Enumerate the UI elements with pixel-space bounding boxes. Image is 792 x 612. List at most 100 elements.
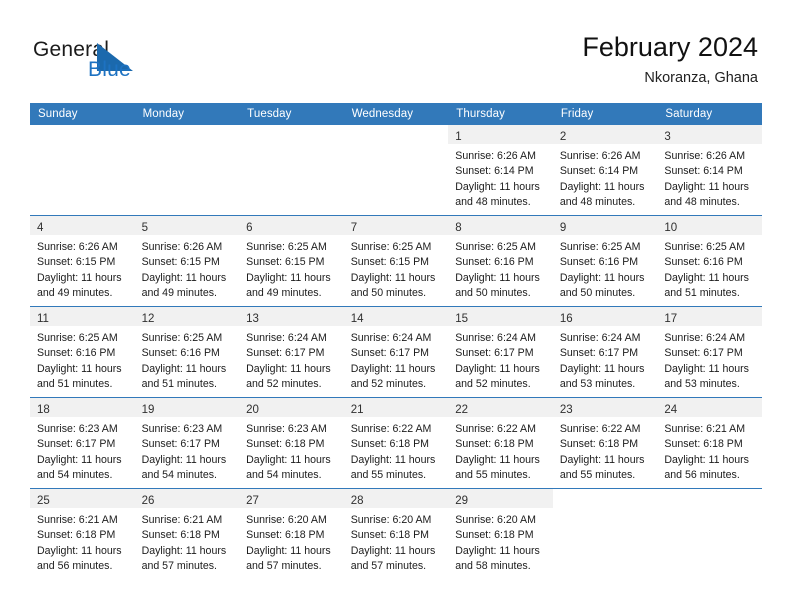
day-number-band: 6 xyxy=(239,216,344,235)
day-number-band: 29 xyxy=(448,489,553,508)
calendar-day-cell[interactable]: 10 Sunrise: 6:25 AM Sunset: 6:16 PM Dayligh… xyxy=(657,215,762,307)
day-number: 14 xyxy=(350,313,364,325)
calendar-day-cell[interactable]: 23 Sunrise: 6:22 AM Sunset: 6:18 PM Dayligh… xyxy=(552,397,658,489)
day-detail-lines: Sunrise: 6:26 AM Sunset: 6:14 PM Daylight:… xyxy=(448,144,553,210)
day-detail-lines: Sunrise: 6:24 AM Sunset: 6:17 PM Daylight:… xyxy=(344,326,449,392)
sunset-text: Sunset: 6:18 PM xyxy=(455,529,534,542)
brand-logo[interactable]: General Blue xyxy=(33,38,163,86)
day-number-band: 20 xyxy=(239,398,344,417)
calendar-day-cell[interactable]: 2 Sunrise: 6:26 AM Sunset: 6:14 PM Daylight… xyxy=(552,125,658,216)
calendar-day-cell[interactable]: 20 Sunrise: 6:23 AM Sunset: 6:18 PM Dayligh… xyxy=(239,397,344,489)
calendar-day-cell[interactable]: 6 Sunrise: 6:25 AM Sunset: 6:15 PM Daylight… xyxy=(239,215,344,307)
calendar-day-cell[interactable]: 26 Sunrise: 6:21 AM Sunset: 6:18 PM Dayligh… xyxy=(134,488,240,579)
day-number: 28 xyxy=(350,495,364,507)
calendar-day-cell[interactable]: 24 Sunrise: 6:21 AM Sunset: 6:18 PM Dayligh… xyxy=(657,397,762,489)
day-cell-content: 29 Sunrise: 6:20 AM Sunset: 6:18 PM Dayligh… xyxy=(448,489,553,579)
calendar-day-cell[interactable]: 15 Sunrise: 6:24 AM Sunset: 6:17 PM Dayligh… xyxy=(448,306,553,398)
calendar-day-cell[interactable]: 25 Sunrise: 6:21 AM Sunset: 6:18 PM Dayligh… xyxy=(30,488,135,579)
day-number: 24 xyxy=(664,404,678,416)
day-number: 7 xyxy=(350,222,358,234)
day-number-band: 23 xyxy=(552,398,658,417)
calendar-day-cell[interactable]: 7 Sunrise: 6:25 AM Sunset: 6:15 PM Daylight… xyxy=(343,215,449,307)
day-number-band: 17 xyxy=(657,307,762,326)
sunset-text: Sunset: 6:18 PM xyxy=(350,529,430,542)
calendar-day-cell[interactable]: 13 Sunrise: 6:24 AM Sunset: 6:17 PM Dayligh… xyxy=(239,306,344,398)
daylight-text-line1: Daylight: 11 hours xyxy=(246,362,331,375)
day-number: 2 xyxy=(559,131,567,143)
day-detail-lines: Sunrise: 6:23 AM Sunset: 6:17 PM Daylight:… xyxy=(135,417,240,483)
sunset-text: Sunset: 6:18 PM xyxy=(455,438,534,451)
day-number: 11 xyxy=(37,313,49,325)
day-number: 8 xyxy=(455,222,462,234)
day-number-band xyxy=(135,125,240,144)
day-cell-content: 6 Sunrise: 6:25 AM Sunset: 6:15 PM Daylight… xyxy=(239,216,344,306)
calendar-day-cell[interactable]: 8 Sunrise: 6:25 AM Sunset: 6:16 PM Daylight… xyxy=(448,215,553,307)
day-number-band: 28 xyxy=(343,489,449,508)
day-detail-lines: Sunrise: 6:25 AM Sunset: 6:15 PM Daylight:… xyxy=(344,235,449,301)
calendar-day-cell[interactable]: 5 Sunrise: 6:26 AM Sunset: 6:15 PM Daylight… xyxy=(134,215,240,307)
day-cell-content: 11 Sunrise: 6:25 AM Sunset: 6:16 PM Dayligh… xyxy=(30,307,135,397)
calendar-day-cell[interactable]: 18 Sunrise: 6:23 AM Sunset: 6:17 PM Dayligh… xyxy=(30,397,135,489)
daylight-text-line1: Daylight: 11 hours xyxy=(141,271,227,284)
sunrise-text: Sunrise: 6:25 AM xyxy=(664,241,746,253)
daylight-text-line1: Daylight: 11 hours xyxy=(350,362,436,375)
weekday-header-tuesday: Tuesday xyxy=(239,103,344,125)
calendar-day-cell[interactable]: 27 Sunrise: 6:20 AM Sunset: 6:18 PM Dayligh… xyxy=(239,488,344,579)
day-detail-lines: Sunrise: 6:20 AM Sunset: 6:18 PM Daylight:… xyxy=(344,508,449,574)
calendar-body: 1 Sunrise: 6:26 AM Sunset: 6:14 PM Daylight… xyxy=(30,125,762,579)
calendar-day-cell[interactable]: 14 Sunrise: 6:24 AM Sunset: 6:17 PM Dayligh… xyxy=(343,306,449,398)
daylight-text-line2: and 56 minutes. xyxy=(664,468,740,481)
day-detail-lines xyxy=(657,508,762,513)
weekday-header-thursday: Thursday xyxy=(448,103,553,125)
weekday-header-sunday: Sunday xyxy=(30,103,135,125)
day-detail-lines: Sunrise: 6:22 AM Sunset: 6:18 PM Daylight:… xyxy=(448,417,553,483)
day-detail-lines xyxy=(344,144,449,149)
calendar-day-cell[interactable]: 9 Sunrise: 6:25 AM Sunset: 6:16 PM Daylight… xyxy=(552,215,658,307)
day-cell-content: 5 Sunrise: 6:26 AM Sunset: 6:15 PM Daylight… xyxy=(134,216,240,306)
day-detail-lines: Sunrise: 6:21 AM Sunset: 6:18 PM Daylight:… xyxy=(135,508,240,574)
sunrise-text: Sunrise: 6:25 AM xyxy=(37,332,118,344)
calendar-day-cell[interactable]: 16 Sunrise: 6:24 AM Sunset: 6:17 PM Dayligh… xyxy=(552,306,658,398)
sunset-text: Sunset: 6:18 PM xyxy=(246,529,325,542)
calendar-day-cell[interactable]: 1 Sunrise: 6:26 AM Sunset: 6:14 PM Daylight… xyxy=(448,125,553,216)
calendar-week-row: 11 Sunrise: 6:25 AM Sunset: 6:16 PM Dayligh… xyxy=(30,306,762,398)
day-cell-content: 19 Sunrise: 6:23 AM Sunset: 6:17 PM Dayligh… xyxy=(134,398,240,488)
daylight-text-line2: and 53 minutes. xyxy=(664,377,740,390)
daylight-text-line1: Daylight: 11 hours xyxy=(246,544,331,557)
day-cell-content: 4 Sunrise: 6:26 AM Sunset: 6:15 PM Daylight… xyxy=(30,216,135,306)
day-number-band: 10 xyxy=(657,216,762,235)
day-number-band: 15 xyxy=(448,307,553,326)
sunrise-text: Sunrise: 6:20 AM xyxy=(350,514,432,526)
daylight-text-line2: and 55 minutes. xyxy=(350,468,427,481)
sunrise-text: Sunrise: 6:26 AM xyxy=(141,241,223,253)
daylight-text-line2: and 50 minutes. xyxy=(455,286,531,299)
calendar-day-cell[interactable]: 3 Sunrise: 6:26 AM Sunset: 6:14 PM Daylight… xyxy=(657,125,762,216)
calendar-day-cell[interactable]: 19 Sunrise: 6:23 AM Sunset: 6:17 PM Dayligh… xyxy=(134,397,240,489)
calendar-week-row: 1 Sunrise: 6:26 AM Sunset: 6:14 PM Daylight… xyxy=(30,125,762,216)
day-number-band: 7 xyxy=(343,216,449,235)
calendar-empty-cell xyxy=(552,488,658,579)
calendar-week-row: 4 Sunrise: 6:26 AM Sunset: 6:15 PM Daylight… xyxy=(30,215,762,307)
calendar-day-cell[interactable]: 11 Sunrise: 6:25 AM Sunset: 6:16 PM Dayligh… xyxy=(30,306,135,398)
sunset-text: Sunset: 6:15 PM xyxy=(141,256,220,269)
day-number: 29 xyxy=(455,495,469,507)
sunset-text: Sunset: 6:16 PM xyxy=(455,256,534,269)
title-block: February 2024 Nkoranza, Ghana xyxy=(582,31,758,89)
calendar-day-cell[interactable]: 12 Sunrise: 6:25 AM Sunset: 6:16 PM Dayligh… xyxy=(134,306,240,398)
sunset-text: Sunset: 6:17 PM xyxy=(455,347,534,360)
day-number-band xyxy=(657,489,762,508)
calendar-day-cell[interactable]: 4 Sunrise: 6:26 AM Sunset: 6:15 PM Daylight… xyxy=(30,215,135,307)
calendar-day-cell[interactable]: 28 Sunrise: 6:20 AM Sunset: 6:18 PM Dayligh… xyxy=(343,488,449,579)
calendar-day-cell[interactable]: 22 Sunrise: 6:22 AM Sunset: 6:18 PM Dayligh… xyxy=(448,397,553,489)
sunrise-text: Sunrise: 6:20 AM xyxy=(455,514,536,526)
sunset-text: Sunset: 6:17 PM xyxy=(664,347,743,360)
day-number-band: 2 xyxy=(552,125,658,144)
calendar-empty-cell xyxy=(30,125,135,216)
sunset-text: Sunset: 6:17 PM xyxy=(350,347,430,360)
calendar-week-row: 18 Sunrise: 6:23 AM Sunset: 6:17 PM Dayligh… xyxy=(30,397,762,489)
calendar-day-cell[interactable]: 17 Sunrise: 6:24 AM Sunset: 6:17 PM Dayligh… xyxy=(657,306,762,398)
daylight-text-line1: Daylight: 11 hours xyxy=(37,544,122,557)
calendar-table: Sunday Monday Tuesday Wednesday Thursday Frid… xyxy=(30,103,762,579)
calendar-day-cell[interactable]: 21 Sunrise: 6:22 AM Sunset: 6:18 PM Dayligh… xyxy=(343,397,449,489)
calendar-day-cell[interactable]: 29 Sunrise: 6:20 AM Sunset: 6:18 PM Dayligh… xyxy=(448,488,553,579)
